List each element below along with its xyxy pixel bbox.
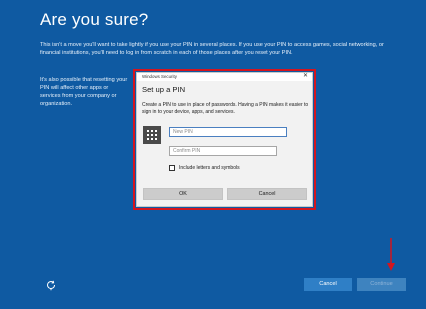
dialog-titlebar: Windows Security ✕ (137, 73, 312, 81)
keypad-icon (143, 126, 161, 144)
dialog-description: Create a PIN to use in place of password… (142, 102, 309, 115)
dialog-window-title: Windows Security (142, 74, 177, 79)
refresh-icon[interactable] (45, 279, 57, 291)
warning-paragraph: This isn't a move you'll want to take li… (40, 42, 384, 56)
dialog-heading: Set up a PIN (142, 85, 186, 94)
page-title: Are you sure? (40, 10, 149, 29)
confirm-pin-input[interactable] (169, 146, 277, 156)
continue-button[interactable]: Continue (357, 278, 406, 291)
dialog-cancel-button[interactable]: Cancel (227, 188, 307, 200)
close-icon[interactable]: ✕ (303, 72, 308, 81)
organization-paragraph: It's also possible that resetting your P… (40, 77, 128, 107)
ok-button[interactable]: OK (143, 188, 223, 200)
letters-symbols-checkbox[interactable] (169, 165, 175, 171)
reset-pin-screen: Are you sure? This isn't a move you'll w… (0, 0, 426, 309)
letters-symbols-label: Include letters and symbols (179, 165, 240, 171)
red-arrow-annotation (387, 238, 395, 271)
cancel-button[interactable]: Cancel (304, 278, 352, 291)
new-pin-input[interactable] (169, 127, 287, 137)
setup-pin-dialog: Windows Security ✕ Set up a PIN Create a… (136, 72, 313, 207)
